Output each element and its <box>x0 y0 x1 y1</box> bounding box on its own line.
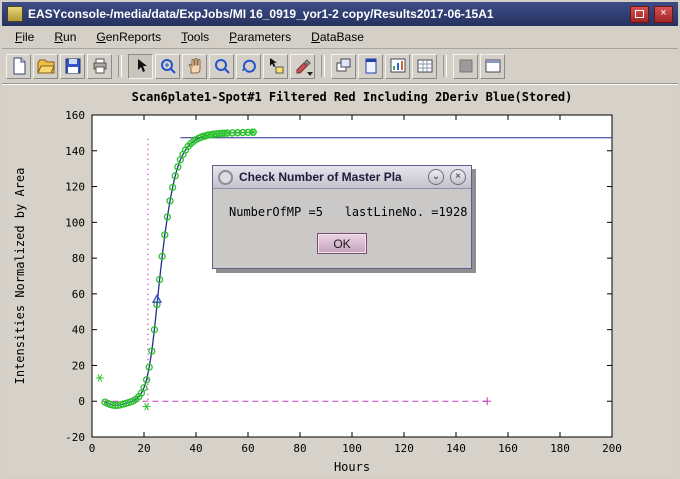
window-layout-button[interactable] <box>480 54 505 79</box>
svg-text:120: 120 <box>394 442 414 455</box>
svg-text:Intensities Normalized by Area: Intensities Normalized by Area <box>13 168 27 385</box>
brush-dropdown-icon[interactable] <box>307 72 313 76</box>
dialog-close-button[interactable]: × <box>450 169 466 185</box>
toolbar-separator <box>118 55 122 77</box>
maximize-button[interactable] <box>630 6 649 23</box>
svg-text:180: 180 <box>550 442 570 455</box>
svg-text:80: 80 <box>72 252 85 265</box>
plot-browser-icon <box>389 57 407 75</box>
menu-genreports[interactable]: GenReports <box>87 28 170 46</box>
select-cursor-button[interactable] <box>128 54 153 79</box>
new-document-icon <box>10 57 28 75</box>
toolbar <box>2 49 678 84</box>
copy-figure-icon <box>335 57 353 75</box>
title-bar: EASYconsole-/media/data/ExpJobs/MI 16_09… <box>2 2 678 26</box>
svg-text:160: 160 <box>65 109 85 122</box>
zoom-in-button[interactable] <box>155 54 180 79</box>
dialog-collapse-button[interactable]: ⌄ <box>428 169 444 185</box>
dialog-icon <box>218 170 233 185</box>
menu-tools[interactable]: Tools <box>172 28 218 46</box>
svg-text:Hours: Hours <box>334 460 370 474</box>
zoom-tool-icon <box>213 57 231 75</box>
figure-area: 0 20 40 60 80 100 120 140 160 180 200 -20 0 20 40 60 80 1… <box>2 84 678 479</box>
select-cursor-icon <box>132 57 150 75</box>
svg-text:40: 40 <box>72 324 85 337</box>
new-figure-button[interactable] <box>358 54 383 79</box>
pan-hand-button[interactable] <box>182 54 207 79</box>
svg-text:60: 60 <box>72 288 85 301</box>
property-grid-icon <box>416 57 434 75</box>
plot-browser-button[interactable] <box>385 54 410 79</box>
svg-text:160: 160 <box>498 442 518 455</box>
app-icon <box>7 6 23 22</box>
svg-text:20: 20 <box>137 442 150 455</box>
menu-file[interactable]: File <box>6 28 43 46</box>
data-cursor-icon <box>267 57 285 75</box>
new-figure-icon <box>362 57 380 75</box>
svg-text:120: 120 <box>65 181 85 194</box>
zoom-in-icon <box>159 57 177 75</box>
svg-text:140: 140 <box>65 145 85 158</box>
app-window: EASYconsole-/media/data/ExpJobs/MI 16_09… <box>0 0 680 479</box>
svg-text:60: 60 <box>241 442 254 455</box>
dialog-message: NumberOfMP =5 lastLineNo. =1928 <box>225 205 459 219</box>
open-file-button[interactable] <box>33 54 58 79</box>
dialog-title-bar[interactable]: Check Number of Master Pla ⌄ × <box>213 166 471 189</box>
save-floppy-icon <box>64 57 82 75</box>
svg-text:100: 100 <box>342 442 362 455</box>
window-layout-icon <box>484 57 502 75</box>
svg-text:-20: -20 <box>65 431 85 444</box>
menu-bar: File Run GenReports Tools Parameters Dat… <box>2 26 678 49</box>
check-master-plates-dialog: Check Number of Master Pla ⌄ × NumberOfM… <box>212 165 472 269</box>
toolbar-separator <box>443 55 447 77</box>
rotate-3d-icon <box>240 57 258 75</box>
svg-text:80: 80 <box>293 442 306 455</box>
property-grid-button[interactable] <box>412 54 437 79</box>
zoom-tool-button[interactable] <box>209 54 234 79</box>
print-icon <box>91 57 109 75</box>
svg-text:200: 200 <box>602 442 622 455</box>
save-button[interactable] <box>60 54 85 79</box>
pan-hand-icon <box>186 57 204 75</box>
menu-database[interactable]: DataBase <box>302 28 373 46</box>
new-document-button[interactable] <box>6 54 31 79</box>
print-button[interactable] <box>87 54 112 79</box>
close-button[interactable]: × <box>654 6 673 23</box>
maximize-icon <box>635 10 644 18</box>
svg-text:0: 0 <box>89 442 96 455</box>
window-title: EASYconsole-/media/data/ExpJobs/MI 16_09… <box>28 7 625 21</box>
ok-button[interactable]: OK <box>317 233 367 254</box>
open-folder-icon <box>37 57 55 75</box>
svg-text:Scan6plate1-Spot#1 Filtered Re: Scan6plate1-Spot#1 Filtered Red Includin… <box>132 90 573 104</box>
dialog-title: Check Number of Master Pla <box>239 170 422 184</box>
svg-text:140: 140 <box>446 442 466 455</box>
toolbar-separator <box>321 55 325 77</box>
svg-text:0: 0 <box>78 395 85 408</box>
copy-figure-button[interactable] <box>331 54 356 79</box>
stop-icon <box>457 57 475 75</box>
data-cursor-button[interactable] <box>263 54 288 79</box>
svg-text:100: 100 <box>65 216 85 229</box>
rotate-3d-button[interactable] <box>236 54 261 79</box>
highlight-brush-button[interactable] <box>290 54 315 79</box>
svg-text:40: 40 <box>189 442 202 455</box>
dialog-body: NumberOfMP =5 lastLineNo. =1928 OK <box>213 189 471 268</box>
menu-run[interactable]: Run <box>45 28 85 46</box>
stop-button[interactable] <box>453 54 478 79</box>
menu-parameters[interactable]: Parameters <box>220 28 300 46</box>
svg-text:20: 20 <box>72 359 85 372</box>
chart-canvas: 0 20 40 60 80 100 120 140 160 180 200 -20 0 20 40 60 80 1… <box>2 85 678 479</box>
